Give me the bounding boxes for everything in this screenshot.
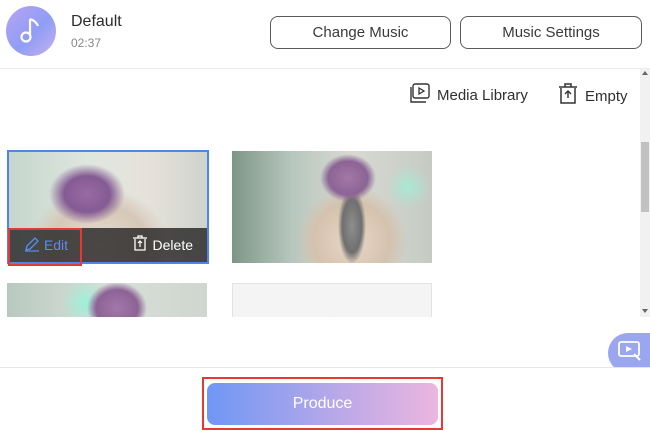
video-preview-icon xyxy=(618,340,644,367)
delete-label: Delete xyxy=(152,236,193,253)
music-settings-button[interactable]: Music Settings xyxy=(460,16,642,49)
list-fade xyxy=(0,317,650,367)
clip-thumbnail xyxy=(232,151,432,263)
music-title: Default xyxy=(71,13,122,30)
video-clip-3[interactable] xyxy=(7,283,207,317)
empty-label: Empty xyxy=(585,87,628,105)
media-library-label: Media Library xyxy=(437,86,528,104)
video-clip-1[interactable]: Edit Delete xyxy=(7,150,209,264)
music-header: Default 02:37 Change Music Music Setting… xyxy=(0,0,650,69)
change-music-button[interactable]: Change Music xyxy=(270,16,451,49)
scroll-down-arrow-icon[interactable] xyxy=(642,309,648,313)
delete-button[interactable]: Delete xyxy=(132,235,193,254)
scrollbar-thumb[interactable] xyxy=(641,142,649,212)
trash-icon xyxy=(558,83,578,109)
delete-icon xyxy=(132,235,147,254)
music-duration: 02:37 xyxy=(71,36,102,50)
empty-button[interactable]: Empty xyxy=(558,83,628,109)
music-note-icon xyxy=(6,6,56,56)
media-list[interactable]: Media Library Empty Edit Delete xyxy=(0,69,640,317)
footer-bar: Produce xyxy=(0,367,650,431)
edit-button[interactable]: Edit xyxy=(11,230,81,260)
scroll-up-arrow-icon[interactable] xyxy=(642,71,648,75)
clip-thumbnail xyxy=(7,283,207,317)
video-clip-2[interactable] xyxy=(232,151,432,263)
produce-button[interactable]: Produce xyxy=(207,383,438,425)
empty-clip-slot[interactable]: · xyxy=(232,283,432,317)
edit-label: Edit xyxy=(43,237,69,253)
media-library-icon xyxy=(410,83,430,107)
media-list-scrollbar[interactable] xyxy=(640,69,650,317)
pencil-icon xyxy=(24,236,40,255)
media-library-button[interactable]: Media Library xyxy=(410,83,528,107)
